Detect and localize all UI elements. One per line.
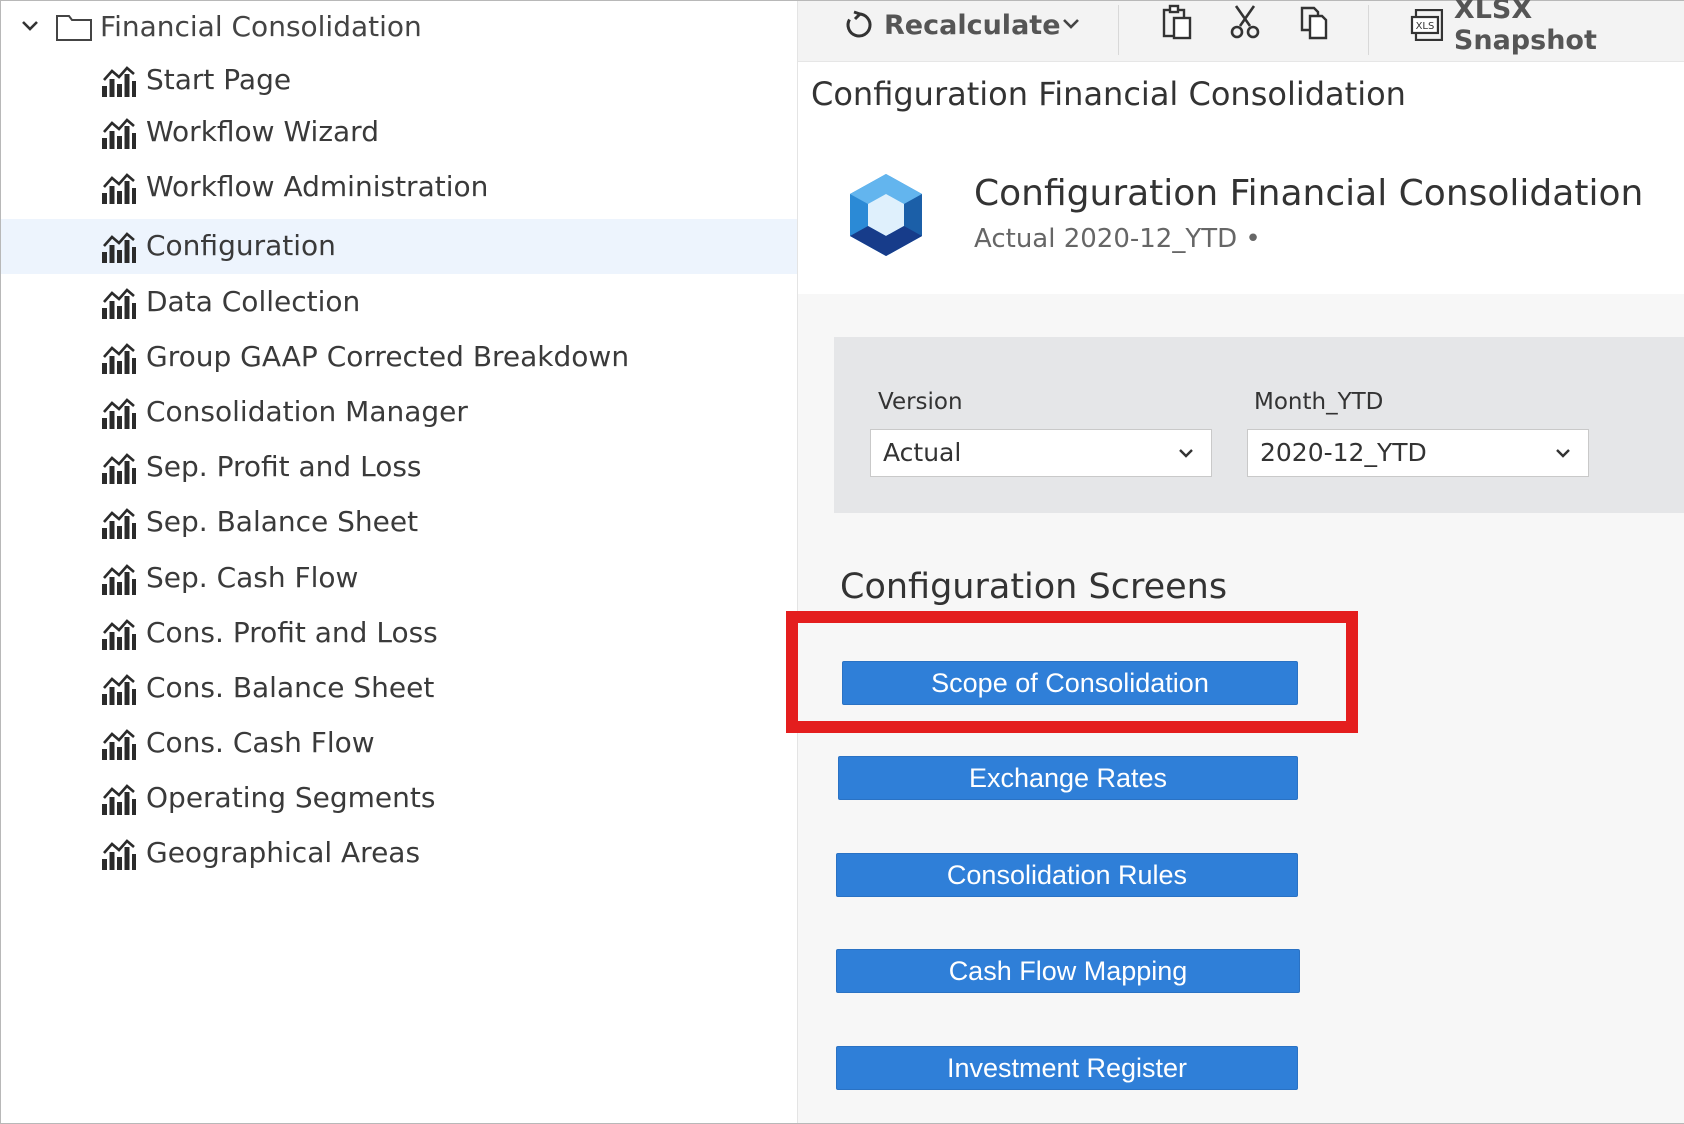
month-select[interactable]: 2020-12_YTD bbox=[1247, 429, 1589, 477]
tree-item-label: Sep. Cash Flow bbox=[146, 561, 359, 594]
cash-flow-mapping-button[interactable]: Cash Flow Mapping bbox=[836, 949, 1300, 993]
chart-icon bbox=[102, 729, 136, 760]
tree-item-sep-cash-flow[interactable]: Sep. Cash Flow bbox=[1, 551, 797, 606]
highlight-box bbox=[786, 611, 1358, 733]
tree-item-sep-balance-sheet[interactable]: Sep. Balance Sheet bbox=[1, 495, 797, 550]
chevron-down-icon[interactable] bbox=[19, 15, 41, 37]
tree-item-cons-balance-sheet[interactable]: Cons. Balance Sheet bbox=[1, 661, 797, 716]
chart-icon bbox=[102, 674, 136, 705]
chart-icon bbox=[102, 343, 136, 374]
chart-icon bbox=[102, 66, 136, 97]
chart-icon bbox=[102, 288, 136, 319]
investment-register-button[interactable]: Investment Register bbox=[836, 1046, 1298, 1090]
tree-item-operating-segments[interactable]: Operating Segments bbox=[1, 771, 797, 826]
chart-icon bbox=[102, 564, 136, 595]
tree-item-label: Start Page bbox=[146, 63, 292, 96]
consolidation-rules-button[interactable]: Consolidation Rules bbox=[836, 853, 1298, 897]
tree-item-group-gaap[interactable]: Group GAAP Corrected Breakdown bbox=[1, 330, 797, 385]
chart-icon bbox=[102, 453, 136, 484]
recalculate-label: Recalculate bbox=[884, 9, 1061, 41]
chart-icon bbox=[102, 173, 136, 204]
month-label: Month_YTD bbox=[1254, 389, 1384, 415]
tree-item-label: Consolidation Manager bbox=[146, 395, 468, 428]
recalculate-button[interactable]: Recalculate bbox=[842, 5, 1061, 45]
tree-root-label: Financial Consolidation bbox=[100, 10, 422, 43]
cube-logo-icon bbox=[850, 174, 922, 256]
tree-item-label: Configuration bbox=[146, 229, 336, 262]
xlsx-snapshot-button[interactable]: XLS XLSX Snapshot bbox=[1410, 0, 1684, 56]
filter-panel: Version Actual Month_YTD 2020-12_YTD bbox=[834, 337, 1684, 513]
folder-icon bbox=[56, 15, 92, 41]
tree-item-label: Data Collection bbox=[146, 285, 361, 318]
tree-item-sep-profit-loss[interactable]: Sep. Profit and Loss bbox=[1, 440, 797, 495]
chart-icon bbox=[102, 232, 136, 263]
app-title: Configuration Financial Consolidation bbox=[974, 173, 1644, 214]
page-header: Configuration Financial Consolidation Co… bbox=[798, 62, 1684, 294]
tree-item-label: Cons. Balance Sheet bbox=[146, 671, 435, 704]
configuration-screens-title: Configuration Screens bbox=[840, 567, 1228, 607]
xlsx-snapshot-label: XLSX Snapshot bbox=[1453, 0, 1597, 56]
tree-item-workflow-wizard[interactable]: Workflow Wizard bbox=[1, 105, 797, 160]
tree-item-start-page[interactable]: Start Page bbox=[1, 53, 797, 108]
toolbar: Recalculate XLS XLSX Snapshot bbox=[798, 0, 1684, 62]
chart-icon bbox=[102, 118, 136, 149]
chevron-down-icon[interactable] bbox=[1060, 13, 1082, 35]
tree-item-label: Operating Segments bbox=[146, 781, 436, 814]
tree-item-workflow-administration[interactable]: Workflow Administration bbox=[1, 160, 797, 215]
copy-icon[interactable] bbox=[1298, 4, 1332, 40]
content-pane: Recalculate XLS XLSX Snapshot Configurat… bbox=[786, 0, 1684, 1123]
tree-item-consolidation-manager[interactable]: Consolidation Manager bbox=[1, 385, 797, 440]
excel-icon: XLS bbox=[1410, 8, 1444, 42]
tree-root-financial-consolidation[interactable]: Financial Consolidation bbox=[1, 1, 797, 53]
toolbar-divider bbox=[1118, 5, 1119, 55]
app-subtitle: Actual 2020-12_YTD • bbox=[974, 224, 1261, 254]
toolbar-divider bbox=[1368, 5, 1369, 55]
exchange-rates-button[interactable]: Exchange Rates bbox=[838, 756, 1298, 800]
tree-item-label: Sep. Profit and Loss bbox=[146, 450, 422, 483]
version-value: Actual bbox=[883, 438, 962, 467]
tree-item-label: Workflow Administration bbox=[146, 170, 489, 203]
tree-item-label: Sep. Balance Sheet bbox=[146, 505, 419, 538]
tree-item-data-collection[interactable]: Data Collection bbox=[1, 275, 797, 330]
tree-item-label: Cons. Profit and Loss bbox=[146, 616, 438, 649]
tree-item-label: Cons. Cash Flow bbox=[146, 726, 375, 759]
version-select[interactable]: Actual bbox=[870, 429, 1212, 477]
tree-item-cons-profit-loss[interactable]: Cons. Profit and Loss bbox=[1, 606, 797, 661]
chart-icon bbox=[102, 839, 136, 870]
tree-item-label: Workflow Wizard bbox=[146, 115, 379, 148]
excel-icon-text: XLS bbox=[1416, 21, 1435, 32]
tree-item-geographical-areas[interactable]: Geographical Areas bbox=[1, 826, 797, 881]
paste-icon[interactable] bbox=[1160, 4, 1194, 40]
chevron-down-icon bbox=[1179, 449, 1193, 458]
cut-icon[interactable] bbox=[1228, 4, 1262, 40]
tree-item-cons-cash-flow[interactable]: Cons. Cash Flow bbox=[1, 716, 797, 771]
chart-icon bbox=[102, 784, 136, 815]
refresh-icon bbox=[846, 10, 872, 38]
chart-icon bbox=[102, 619, 136, 650]
chart-icon bbox=[102, 508, 136, 539]
navigation-tree: Financial Consolidation Start Page Workf… bbox=[1, 1, 797, 1123]
version-label: Version bbox=[878, 389, 963, 415]
page-title: Configuration Financial Consolidation bbox=[811, 75, 1406, 113]
tree-item-configuration[interactable]: Configuration bbox=[1, 219, 797, 274]
chart-icon bbox=[102, 398, 136, 429]
month-value: 2020-12_YTD bbox=[1260, 438, 1427, 467]
tree-item-label: Group GAAP Corrected Breakdown bbox=[146, 340, 630, 373]
chevron-down-icon bbox=[1556, 449, 1570, 458]
tree-item-label: Geographical Areas bbox=[146, 836, 421, 869]
